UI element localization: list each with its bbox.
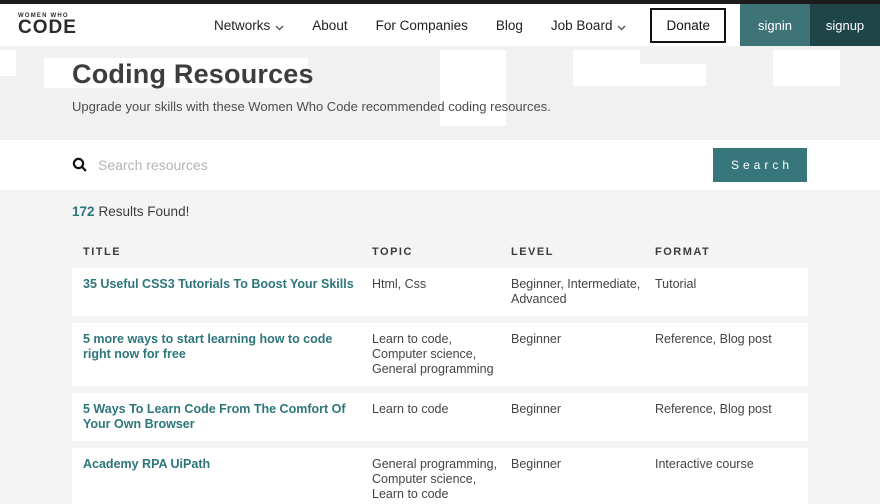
hero-section: Coding Resources Upgrade your skills wit… [0,46,880,140]
resource-title-cell: Academy RPA UiPath [72,457,372,502]
resource-level-cell: Beginner, Intermediate, Advanced [511,277,641,306]
nav-item-label: About [312,17,348,33]
logo-text-main: CODE [18,16,77,38]
resource-title-cell: 5 more ways to start learning how to cod… [72,332,372,377]
search-icon [72,157,88,173]
resource-format-cell: Reference, Blog post [655,332,772,346]
resource-title-link[interactable]: 5 more ways to start learning how to cod… [83,332,332,361]
column-header-level: LEVEL [511,246,554,258]
column-header-format: FORMAT [655,246,711,258]
table-row: Academy RPA UiPath General programming, … [72,448,808,504]
nav-item-label: Job Board [550,17,613,33]
resource-format-cell: Interactive course [655,457,754,471]
nav-item-label: Networks [214,17,271,33]
column-header-title: TITLE [83,246,122,258]
nav-item-for-companies[interactable]: For Companies [376,18,468,33]
resource-level-cell: Beginner [511,402,562,416]
results-section: 172 Results Found! TITLE TOPIC LEVEL FORM… [0,190,880,504]
resource-topic-cell: General programming, Computer science, L… [372,457,498,501]
resource-format-cell: Reference, Blog post [655,402,772,416]
nav-item-label: Blog [495,17,523,33]
nav-item-label: For Companies [375,17,468,33]
table-row: 5 more ways to start learning how to cod… [72,323,808,386]
resource-level-cell: Beginner [511,457,562,471]
nav-item-job-board[interactable]: Job Board [551,17,627,34]
navbar: WOMEN WHO CODE Networks About For Compan… [0,4,880,46]
resource-title-cell: 35 Useful CSS3 Tutorials To Boost Your S… [72,277,372,307]
results-count-number: 172 [72,204,95,219]
page-title: Coding Resources [72,59,314,89]
results-count: 172 Results Found! [72,190,808,219]
page-subtitle: Upgrade your skills with these Women Who… [72,99,551,114]
nav-item-about[interactable]: About [312,18,347,33]
resource-title-link[interactable]: 35 Useful CSS3 Tutorials To Boost Your S… [83,277,354,291]
donate-button[interactable]: Donate [650,7,726,43]
resource-title-cell: 5 Ways To Learn Code From The Comfort Of… [72,402,372,432]
nav-item-networks[interactable]: Networks [214,17,284,34]
search-bar: Search [0,140,880,190]
signin-button[interactable]: signin [740,4,810,46]
resource-title-link[interactable]: 5 Ways To Learn Code From The Comfort Of… [83,402,346,431]
search-button[interactable]: Search [712,148,807,182]
chevron-down-icon [617,19,626,34]
signup-button[interactable]: signup [810,4,880,46]
resource-topic-cell: Learn to code, Computer science, General… [372,332,494,376]
resource-topic-cell: Html, Css [372,277,427,291]
results-table: 35 Useful CSS3 Tutorials To Boost Your S… [72,268,808,504]
chevron-down-icon [275,19,284,34]
resource-topic-cell: Learn to code [372,402,449,416]
resource-title-link[interactable]: Academy RPA UiPath [83,457,210,471]
table-row: 35 Useful CSS3 Tutorials To Boost Your S… [72,268,808,316]
column-header-topic: TOPIC [372,246,413,258]
nav-menu: Networks About For Companies Blog Job Bo… [214,4,626,46]
search-input[interactable] [98,157,713,173]
table-row: 5 Ways To Learn Code From The Comfort Of… [72,393,808,441]
resource-level-cell: Beginner [511,332,562,346]
resource-format-cell: Tutorial [655,277,697,291]
nav-item-blog[interactable]: Blog [496,18,523,33]
table-header-row: TITLE TOPIC LEVEL FORMAT [72,246,808,258]
wwcode-logo[interactable]: WOMEN WHO CODE [18,4,77,46]
results-count-label: Results Found! [98,204,190,219]
